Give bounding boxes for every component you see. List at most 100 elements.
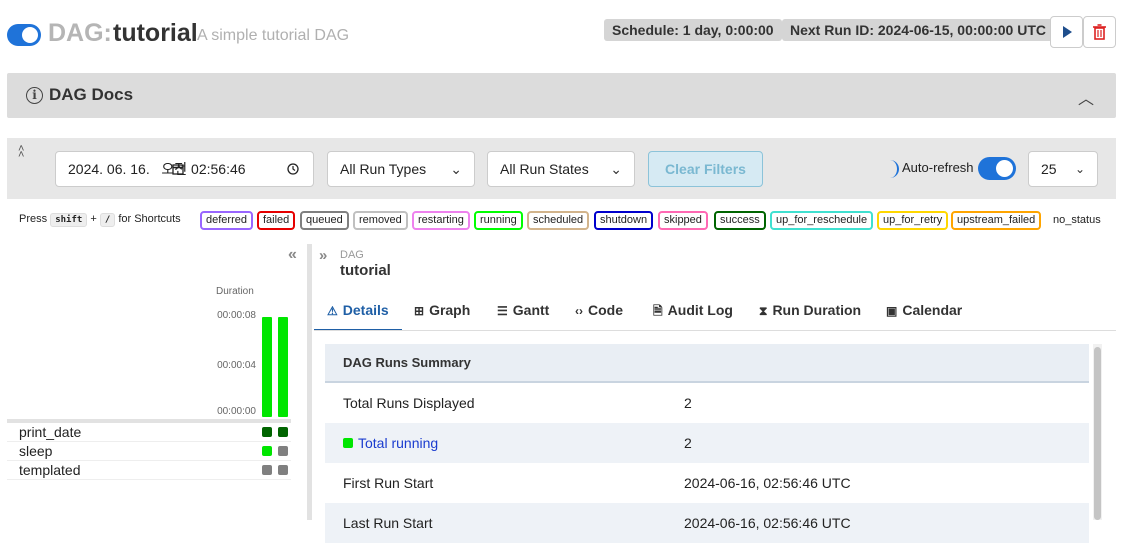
duration-tick: 00:00:00 [217,406,256,417]
expand-grid-icon[interactable]: » [319,247,327,264]
breadcrumb-label: DAG [340,249,364,261]
task-instance-square[interactable] [278,427,288,437]
state-deferred[interactable]: deferred [200,211,253,230]
run-type-select[interactable]: All Run Types ⌄ [327,151,475,187]
tab-audit-log[interactable]: 🗎 Audit Log [653,302,733,331]
state-failed[interactable]: failed [257,211,296,230]
summary-title: DAG Runs Summary [325,344,1089,383]
tab-label: Code [588,302,623,318]
summary-row: First Run Start 2024-06-16, 02:56:46 UTC [325,463,1089,503]
dag-docs-accordion[interactable]: i DAG Docs ︿ [7,73,1116,118]
tab-label: Graph [429,302,471,318]
tabs-underline [314,330,1116,331]
loading-spinner-icon [885,160,899,178]
state-skipped[interactable]: skipped [658,211,708,230]
slash-key: / [99,213,116,227]
state-running[interactable]: running [474,211,523,230]
tab-label: Gantt [512,302,550,318]
tab-label: Calendar [902,302,963,318]
summary-value: 2024-06-16, 02:56:46 UTC [684,515,851,531]
task-name: templated [19,462,81,478]
task-name: print_date [19,424,82,440]
state-removed[interactable]: removed [353,211,408,230]
filter-bar: ˄ ˄ 2024. 06. 16. 오전 02:56:46 All Run Typ… [7,138,1116,199]
run-state-select[interactable]: All Run States ⌄ [487,151,635,187]
collapse-filters-icon[interactable]: ˄ ˄ [18,144,24,161]
run-type-value: All Run Types [340,161,427,177]
dag-description: A simple tutorial DAG [197,27,350,44]
task-instance-square[interactable] [278,446,288,456]
warning-icon: ⚠ [327,304,338,318]
state-restarting[interactable]: restarting [412,211,470,230]
summary-row: Total Runs Displayed 2 [325,383,1089,423]
page-size-select[interactable]: 25 ⌄ [1028,151,1098,187]
state-up-for-retry[interactable]: up_for_retry [877,211,949,230]
tab-run-duration[interactable]: ⧗ Run Duration [759,302,861,331]
collapse-grid-icon[interactable]: « [288,246,297,264]
run-duration-bar[interactable] [262,317,272,417]
duration-tick: 00:00:08 [217,310,256,321]
tab-graph[interactable]: ⊞ Graph [414,302,470,331]
page-size-value: 25 [1041,161,1057,177]
tab-label: Details [342,302,389,318]
state-up-for-reschedule[interactable]: up_for_reschedule [770,211,874,230]
schedule-badge: Schedule: 1 day, 0:00:00 [604,19,782,41]
task-name: sleep [19,443,53,459]
summary-key[interactable]: Total running [343,435,438,451]
delete-dag-button[interactable] [1083,16,1116,48]
datetime-value: 2024. 06. 16. 오전 02:56:46 [68,161,246,177]
tab-calendar[interactable]: ▣ Calendar [886,302,962,331]
audit-log-icon: 🗎 [653,304,663,318]
tab-gantt[interactable]: ☰ Gantt [497,302,549,331]
state-queued[interactable]: queued [300,211,349,230]
scrollbar[interactable] [1093,344,1102,520]
calendar-icon: ▣ [886,304,898,318]
duration-tick: 00:00:04 [217,360,256,371]
summary-value: 2 [684,435,692,451]
chevron-up-icon: ︿ [1077,91,1094,108]
chevron-down-icon: ⌄ [450,161,462,177]
clear-filters-button[interactable]: Clear Filters [648,151,763,187]
gantt-icon: ☰ [497,304,508,318]
summary-key-text: Last Run Start [343,515,433,531]
tab-details[interactable]: ⚠ Details [314,302,402,331]
graph-icon: ⊞ [414,304,425,318]
breadcrumb-dag[interactable]: tutorial [340,262,391,279]
task-instance-square[interactable] [262,446,272,456]
trigger-dag-button[interactable] [1050,16,1083,48]
state-no-status[interactable]: no_status [1049,211,1105,230]
next-run-badge: Next Run ID: 2024-06-15, 00:00:00 UTC [782,19,1054,41]
duration-label: Duration [216,286,254,297]
dag-pause-toggle[interactable] [7,24,41,46]
summary-row: Total running 2 [325,423,1089,463]
task-row[interactable]: sleep [7,442,291,461]
clock-icon [287,163,299,175]
summary-key: Total Runs Displayed [343,395,475,411]
tab-code[interactable]: ‹› Code [575,302,623,331]
run-duration-bar[interactable] [278,317,288,417]
task-instance-square[interactable] [262,465,272,475]
state-shutdown[interactable]: shutdown [594,211,654,230]
state-upstream-failed[interactable]: upstream_failed [951,211,1042,230]
state-success[interactable]: success [714,211,766,230]
dag-docs-label: DAG Docs [49,85,134,104]
play-icon [1063,26,1072,38]
summary-key-text: First Run Start [343,475,434,491]
shift-key: shift [50,213,88,227]
summary-key: Last Run Start [343,515,433,531]
summary-key-text: Total Runs Displayed [343,395,475,411]
summary-row: Last Run Start 2024-06-16, 02:56:46 UTC [325,503,1089,543]
task-instance-square[interactable] [262,427,272,437]
task-row[interactable]: print_date [7,423,291,442]
task-instance-square[interactable] [278,465,288,475]
dag-title: tutorial [113,19,198,47]
running-status-icon [343,438,353,448]
chevron-down-icon: ⌄ [610,161,622,177]
datetime-input[interactable]: 2024. 06. 16. 오전 02:56:46 [55,151,314,187]
summary-key: First Run Start [343,475,433,491]
state-scheduled[interactable]: scheduled [527,211,590,230]
task-row[interactable]: templated [7,461,291,480]
panel-divider[interactable] [307,244,312,520]
shortcuts-press: Press [19,213,48,225]
auto-refresh-toggle[interactable] [978,157,1016,180]
